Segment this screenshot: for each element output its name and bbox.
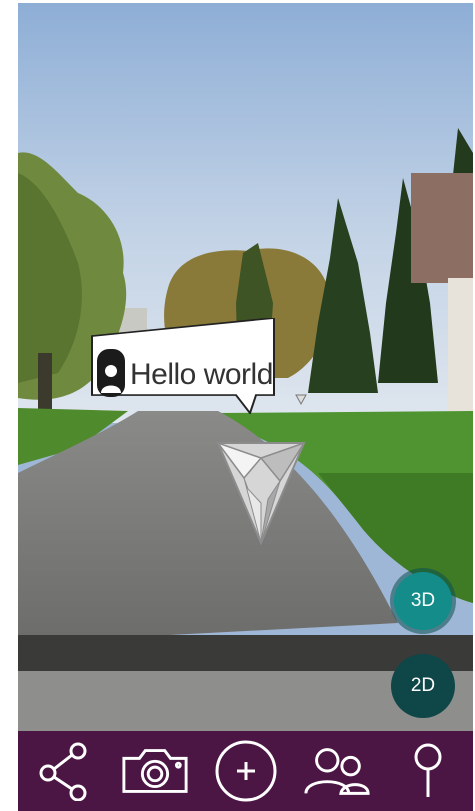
camera-button[interactable] (120, 736, 190, 806)
add-button[interactable] (211, 736, 281, 806)
view-3d-button[interactable]: 3D (394, 572, 452, 630)
location-pin-icon (414, 743, 441, 797)
ar-camera-view: Hello world 3D 2D (18, 3, 473, 811)
building-wall-upper (411, 173, 473, 283)
users-icon (303, 748, 370, 795)
share-button[interactable] (29, 736, 99, 806)
bottom-toolbar (18, 731, 473, 811)
location-button[interactable] (393, 736, 463, 806)
users-button[interactable] (302, 736, 372, 806)
view-2d-button[interactable]: 2D (391, 654, 455, 718)
marker-label-bubble[interactable]: Hello world (88, 318, 277, 414)
avatar-icon (97, 349, 125, 397)
plus-circle-icon (215, 740, 276, 802)
share-icon (39, 742, 86, 801)
camera-icon (121, 749, 188, 793)
marker-label-text: Hello world (130, 358, 273, 391)
